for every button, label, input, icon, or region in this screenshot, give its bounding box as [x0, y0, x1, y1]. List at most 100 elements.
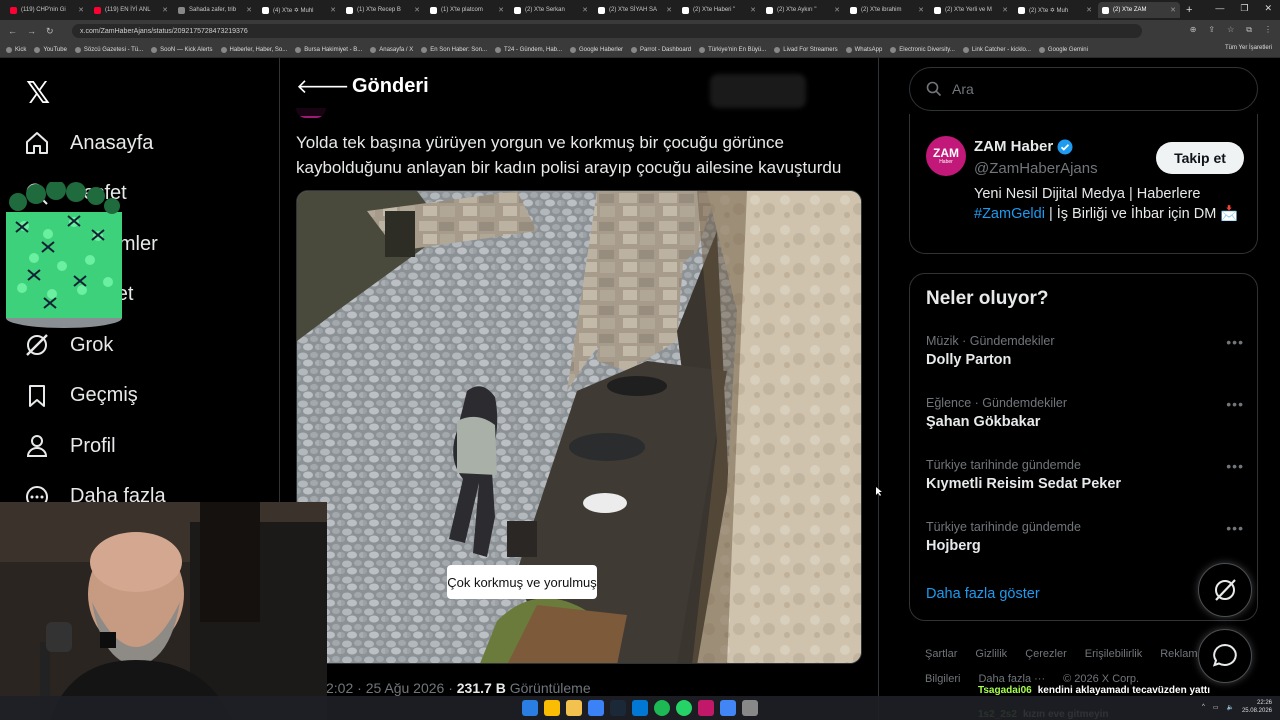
extensions-icon[interactable]: ⧉ [1246, 25, 1252, 35]
post-video[interactable]: Çok korkmuş ve yorulmuş [296, 190, 862, 664]
post-time[interactable]: 2:02 · 25 Ağu 2026 · [326, 680, 457, 696]
trend-item[interactable]: Müzik · Gündemdekiler Dolly Parton ••• [926, 334, 1246, 378]
forward-nav-icon[interactable]: → [27, 26, 36, 36]
bookmark-item[interactable]: En Son Haber: Son... [421, 46, 487, 53]
more-dots-icon[interactable]: ••• [1226, 520, 1244, 536]
footer-link[interactable]: Gizlilik [975, 648, 1007, 660]
zoom-icon[interactable]: ⊕ [1190, 25, 1197, 35]
tab-close-icon[interactable]: ✕ [1170, 6, 1176, 14]
close-window-icon[interactable]: ✕ [1264, 3, 1272, 14]
menu-dots-icon[interactable]: ⋮ [1264, 25, 1272, 35]
messages-fab-button[interactable] [1198, 629, 1252, 683]
follow-button[interactable]: Takip et [1156, 142, 1244, 174]
footer-link[interactable]: Erişilebilirlik [1085, 648, 1142, 660]
browser-tab[interactable]: (2) X'te Aykırı " ✕ [762, 2, 844, 18]
show-more-link[interactable]: Daha fazla göster [926, 586, 1040, 602]
bookmark-item[interactable]: Livad For Streamers [774, 46, 838, 53]
bookmark-item[interactable]: SooN — Kick Alerts [151, 46, 213, 53]
grok-fab-button[interactable] [1198, 563, 1252, 617]
browser-tab[interactable]: (2) X'te Haberi " ✕ [678, 2, 760, 18]
volume-icon[interactable]: 🔈 [1226, 704, 1233, 711]
all-bookmarks-link[interactable]: Tüm Yer İşaretleri [1225, 45, 1272, 51]
obs-icon[interactable] [742, 700, 758, 716]
bookmark-item[interactable]: Parrot - Dashboard [631, 46, 691, 53]
browser-tab[interactable]: (4) X'te ✡ Muhl ✕ [258, 2, 340, 18]
search-box[interactable] [909, 67, 1258, 111]
browser-tab[interactable]: (119) CHP'nin Gi ✕ [6, 2, 88, 18]
bookmark-item[interactable]: Google Haberler [570, 46, 623, 53]
windows-start-icon[interactable] [522, 700, 538, 716]
store-icon[interactable] [588, 700, 604, 716]
tab-close-icon[interactable]: ✕ [582, 6, 588, 14]
x-logo-icon[interactable]: 𝕏 [26, 76, 50, 111]
tab-close-icon[interactable]: ✕ [414, 6, 420, 14]
browser-tab[interactable]: (2) X'te SİYAH SA ✕ [594, 2, 676, 18]
trend-item[interactable]: Türkiye tarihinde gündemde Hojberg ••• [926, 520, 1246, 564]
tab-close-icon[interactable]: ✕ [666, 6, 672, 14]
nav-item-anasayfa[interactable]: Anasayfa [24, 123, 153, 163]
new-tab-icon[interactable]: + [1186, 4, 1192, 16]
bookmark-item[interactable]: Bursa Hakimiyet - B... [295, 46, 362, 53]
back-nav-icon[interactable]: ← [8, 26, 17, 36]
tab-close-icon[interactable]: ✕ [498, 6, 504, 14]
bookmark-star-icon[interactable]: ☆ [1227, 25, 1234, 35]
browser-tab[interactable]: (2) X'te Yerli ve M ✕ [930, 2, 1012, 18]
browser-tab[interactable]: (2) X'te Serkan ✕ [510, 2, 592, 18]
maximize-icon[interactable]: ❐ [1240, 3, 1248, 14]
more-dots-icon[interactable]: ••• [1226, 458, 1244, 474]
hashtag-link[interactable]: #ZamGeldi [974, 206, 1045, 222]
bookmark-item[interactable]: Link Catcher - kicklo... [962, 46, 1031, 53]
bookmark-item[interactable]: WhatsApp [845, 46, 882, 53]
tab-close-icon[interactable]: ✕ [162, 6, 168, 14]
bookmark-item[interactable]: Haberler, Haber, So... [220, 46, 287, 53]
tab-close-icon[interactable]: ✕ [1002, 6, 1008, 14]
footer-link[interactable]: Çerezler [1025, 648, 1067, 660]
browser-tab[interactable]: (1) X'te platcom ✕ [426, 2, 508, 18]
folder-icon[interactable] [566, 700, 582, 716]
chrome-icon[interactable] [544, 700, 560, 716]
bookmark-item[interactable]: Anasayfa / X [370, 46, 413, 53]
trend-item[interactable]: Eğlence · Gündemdekiler Şahan Gökbakar ••• [926, 396, 1246, 440]
trend-item[interactable]: Türkiye tarihinde gündemde Kıymetli Reisi… [926, 458, 1246, 502]
browser-tab[interactable]: (2) X'te ZAM ✕ [1098, 2, 1180, 18]
more-dots-icon[interactable]: ••• [1226, 396, 1244, 412]
bookmark-item[interactable]: Google Gemini [1038, 46, 1088, 53]
tab-close-icon[interactable]: ✕ [1086, 6, 1092, 14]
more-dots-icon[interactable]: ••• [1226, 334, 1244, 350]
bookmark-item[interactable]: YouTube [34, 46, 67, 53]
bookmark-item[interactable]: T24 - Gündem, Hab... [494, 46, 562, 53]
tab-close-icon[interactable]: ✕ [78, 6, 84, 14]
whatsapp-icon[interactable] [676, 700, 692, 716]
tab-close-icon[interactable]: ✕ [918, 6, 924, 14]
next-app-icon[interactable] [698, 700, 714, 716]
steam-icon[interactable] [610, 700, 626, 716]
profile-handle[interactable]: @ZamHaberAjans [974, 160, 1098, 177]
tab-close-icon[interactable]: ✕ [750, 6, 756, 14]
back-arrow-icon[interactable]: 🡐 [296, 74, 350, 99]
share-icon[interactable]: ⇪ [1208, 25, 1215, 35]
tab-close-icon[interactable]: ✕ [246, 6, 252, 14]
address-bar[interactable]: x.com/ZamHaberAjans/status/2092175728473… [72, 24, 1142, 38]
tab-close-icon[interactable]: ✕ [330, 6, 336, 14]
app2-icon[interactable] [720, 700, 736, 716]
bookmark-item[interactable]: Kick [6, 46, 26, 53]
nav-item-profil[interactable]: Profil [24, 426, 116, 466]
browser-tab[interactable]: (1) X'te Recep B ✕ [342, 2, 424, 18]
bookmark-item[interactable]: Sözcü Gazetesi - Tü... [74, 46, 143, 53]
network-icon[interactable]: ▭ [1213, 704, 1219, 711]
spotify-icon[interactable] [654, 700, 670, 716]
browser-tab[interactable]: (2) X'te ✡ Muh ✕ [1014, 2, 1096, 18]
nav-item-geçmiş[interactable]: Geçmiş [24, 376, 138, 416]
reload-icon[interactable]: ↻ [46, 26, 54, 37]
bookmark-item[interactable]: Türkiye'nin En Büyü... [699, 46, 766, 53]
system-clock[interactable]: 22:26 25.08.2026 [1242, 699, 1272, 715]
avatar[interactable]: ZAM Haber [926, 136, 966, 176]
browser-tab[interactable]: Sahada zafer, trib ✕ [174, 2, 256, 18]
profile-name-row[interactable]: ZAM Haber [974, 138, 1073, 155]
minimize-icon[interactable]: — [1215, 3, 1224, 14]
footer-link[interactable]: Şartlar [925, 648, 957, 660]
app-icon[interactable] [632, 700, 648, 716]
search-input[interactable] [952, 81, 1232, 97]
chevron-up-icon[interactable]: ^ [1202, 704, 1205, 710]
browser-tab[interactable]: (2) X'te ibrahim ✕ [846, 2, 928, 18]
